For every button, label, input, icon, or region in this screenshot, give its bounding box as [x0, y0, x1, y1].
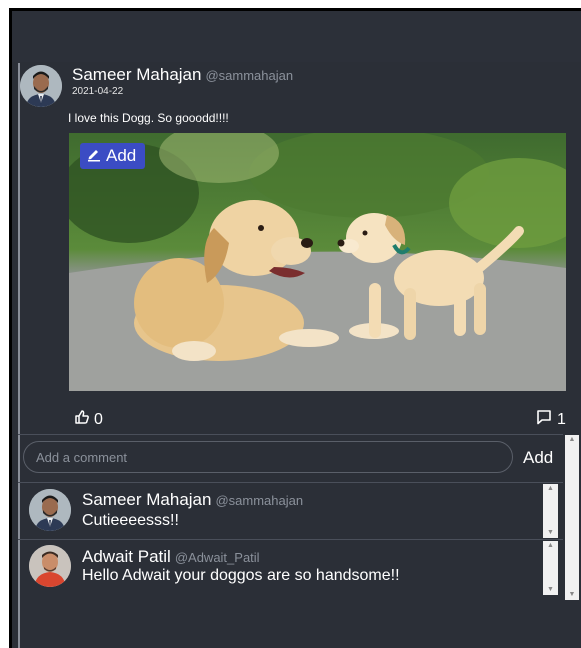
- dogs-photo: [69, 133, 566, 391]
- comment-avatar[interactable]: [29, 545, 71, 587]
- scroll-down-arrow[interactable]: ▼: [543, 528, 558, 538]
- comment-author-handle: @sammahajan: [215, 493, 304, 508]
- comment-author: Sameer Mahajan @sammahajan: [82, 490, 303, 510]
- comment-divider: [18, 539, 563, 540]
- scroll-down-arrow[interactable]: ▼: [543, 585, 558, 595]
- post-image: Add: [69, 133, 566, 391]
- comment-author-name[interactable]: Sameer Mahajan: [82, 490, 211, 509]
- post-author-name[interactable]: Sameer Mahajan: [72, 65, 201, 84]
- add-comment-button[interactable]: Add: [523, 448, 553, 468]
- comment-text: Hello Adwait your doggos are so handsome…: [82, 567, 400, 584]
- comment-avatar[interactable]: [29, 489, 71, 531]
- app-panel: Sameer Mahajan @sammahajan 2021-04-22 I l…: [12, 11, 581, 648]
- comment-bubble-icon: [536, 409, 552, 430]
- comment-scrollbar[interactable]: ▲ ▼: [543, 484, 558, 538]
- post-author: Sameer Mahajan @sammahajan: [72, 65, 293, 85]
- post-author-avatar[interactable]: [20, 65, 62, 107]
- post-left-border: [18, 63, 20, 648]
- pencil-icon: [86, 146, 102, 167]
- scroll-up-arrow[interactable]: ▲: [543, 541, 558, 551]
- post-author-handle: @sammahajan: [205, 68, 294, 83]
- comments-counter[interactable]: 1: [536, 409, 566, 430]
- comment-author: Adwait Patil @Adwait_Patil: [82, 547, 260, 567]
- add-button-label: Add: [106, 146, 137, 165]
- comments-panel-scrollbar[interactable]: ▲ ▼: [565, 435, 579, 600]
- scroll-up-arrow[interactable]: ▲: [543, 484, 558, 494]
- scroll-down-arrow[interactable]: ▼: [565, 590, 579, 600]
- post-date: 2021-04-22: [72, 86, 124, 97]
- like-button[interactable]: 0: [74, 409, 103, 430]
- comment-input[interactable]: [23, 441, 513, 473]
- like-count: 0: [94, 410, 103, 428]
- comment-text: Cutieeeesss!!: [82, 512, 179, 529]
- top-bar: [12, 11, 581, 62]
- scroll-up-arrow[interactable]: ▲: [565, 435, 579, 445]
- comment-author-name[interactable]: Adwait Patil: [82, 547, 171, 566]
- comment-scrollbar[interactable]: ▲ ▼: [543, 541, 558, 595]
- post-text: I love this Dogg. So gooodd!!!!: [68, 111, 229, 125]
- add-button[interactable]: Add: [80, 143, 146, 169]
- comment-count: 1: [557, 410, 566, 428]
- comment-author-handle: @Adwait_Patil: [174, 550, 260, 565]
- thumbs-up-icon: [74, 409, 90, 430]
- comments-divider: [18, 482, 563, 483]
- post-actions-divider: [18, 434, 563, 435]
